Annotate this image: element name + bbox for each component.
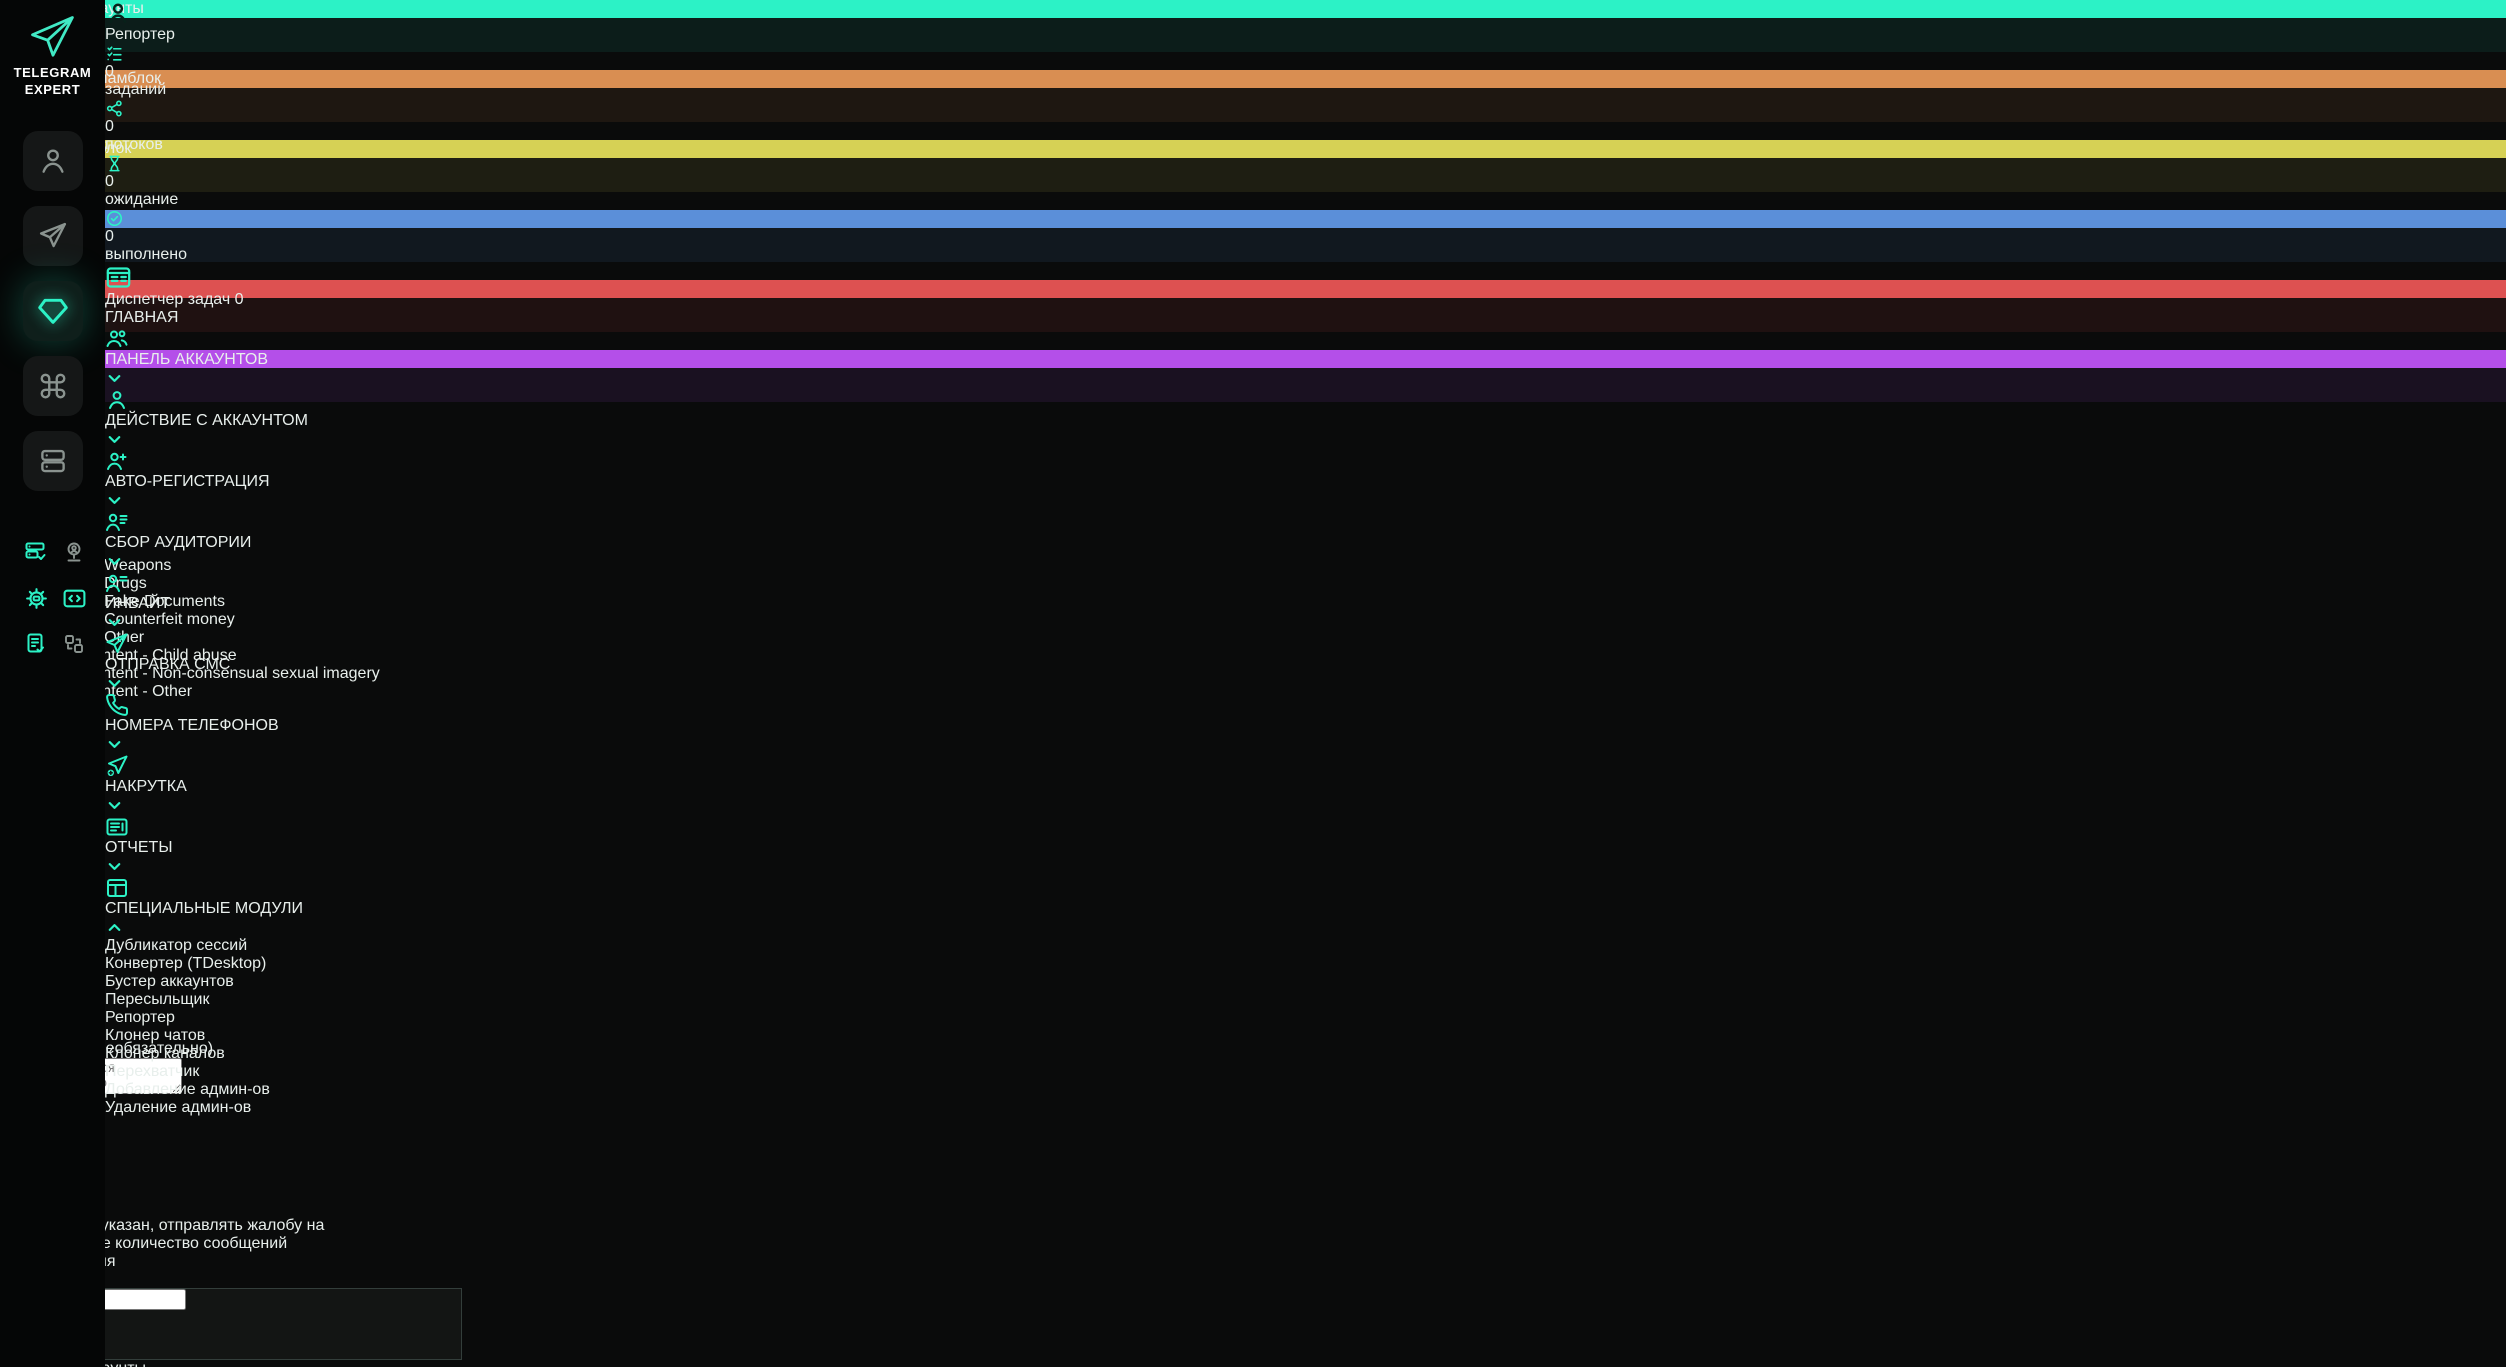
- person-icon: [105, 0, 131, 26]
- chevron-down-icon: [105, 369, 124, 388]
- hourglass-icon: [105, 154, 420, 173]
- nav-accounts-panel[interactable]: ПАНЕЛЬ АККАУНТОВ: [105, 327, 420, 388]
- task-manager-label: Диспетчер задач: [105, 291, 230, 308]
- nav-invite[interactable]: ИНВАЙТ: [105, 571, 420, 632]
- share-network-icon: [105, 99, 420, 118]
- document-check-icon: [24, 632, 48, 656]
- nav-sms-sending[interactable]: ОТПРАВКА СМС: [105, 632, 420, 693]
- submenu-chat-cloner[interactable]: Клонер чатов: [105, 1027, 420, 1045]
- brand-line1: TELEGRAM: [0, 64, 105, 81]
- submenu-forwarder[interactable]: Пересыльщик: [105, 991, 420, 1009]
- stat-done: 0 выполнено: [105, 209, 420, 264]
- rail-modules-button[interactable]: [23, 356, 83, 416]
- chevron-down-icon: [105, 552, 124, 571]
- phone-icon: [105, 693, 129, 717]
- section-label: ГЛАВНАЯ: [105, 309, 420, 327]
- brand-line2: EXPERT: [0, 81, 105, 98]
- stat-label: заданий: [105, 81, 420, 99]
- chevron-down-icon: [105, 613, 124, 632]
- nav-audience-parser[interactable]: СБОР АУДИТОРИИ: [105, 510, 420, 571]
- submenu-account-booster[interactable]: Бустер аккаунтов: [105, 973, 420, 991]
- task-window-icon: [105, 264, 132, 291]
- person-list-icon: [105, 510, 129, 534]
- people-icon: [105, 327, 129, 351]
- chevron-down-icon: [105, 796, 124, 815]
- person-icon: [105, 388, 129, 412]
- submenu-converter[interactable]: Конвертер (TDesktop): [105, 955, 420, 973]
- swap-icon: [62, 632, 86, 656]
- brand-logo: TELEGRAM EXPERT: [0, 12, 105, 98]
- rail-sender-button[interactable]: [23, 206, 83, 266]
- newspaper-icon: [105, 815, 129, 839]
- submenu-channel-cloner[interactable]: Клонер каналов: [105, 1045, 420, 1063]
- submenu-reporter[interactable]: Репортер: [105, 1009, 420, 1027]
- icon-rail: TELEGRAM EXPERT: [0, 0, 105, 1367]
- chevron-down-icon: [105, 857, 124, 876]
- chevron-down-icon: [105, 735, 124, 754]
- nav-reports[interactable]: ОТЧЕТЫ: [105, 815, 420, 876]
- diamond-icon: [37, 295, 69, 327]
- modules-grid-icon: [105, 876, 129, 900]
- stat-value: 0: [105, 63, 420, 81]
- nav-boosting[interactable]: НАКРУТКА: [105, 754, 420, 815]
- database-icon: [38, 446, 68, 476]
- rail-accounts-button[interactable]: [23, 131, 83, 191]
- app-window: TELEGRAM EXPERT: [0, 0, 2506, 1367]
- stat-label: ожидание: [105, 191, 420, 209]
- checklist-icon: [105, 44, 420, 63]
- task-manager-button[interactable]: Диспетчер задач 0: [105, 264, 420, 309]
- stat-value: 0: [105, 118, 420, 136]
- submenu-add-admins[interactable]: Добавление админ-ов: [105, 1081, 420, 1099]
- paper-plane-plus-icon: [105, 754, 129, 778]
- stat-label: потоков: [105, 136, 420, 154]
- chevron-down-icon: [105, 674, 124, 693]
- nav-account-action[interactable]: ДЕЙСТВИЕ С АККАУНТОМ: [105, 388, 420, 449]
- swap-button[interactable]: [62, 632, 86, 656]
- person-plus-icon: [105, 449, 129, 473]
- nav-phone-numbers[interactable]: НОМЕРА ТЕЛЕФОНОВ: [105, 693, 420, 754]
- stat-value: 0: [105, 228, 420, 246]
- settings-gear-button[interactable]: [24, 586, 48, 610]
- gear-icon: [24, 586, 49, 611]
- rail-premium-button[interactable]: [23, 281, 83, 341]
- chevron-down-icon: [105, 430, 124, 449]
- webcam-button[interactable]: [62, 540, 86, 564]
- person-list-icon: [105, 571, 129, 595]
- submenu-interceptor[interactable]: Перехватчик: [105, 1063, 420, 1081]
- server-check-icon: [24, 540, 48, 564]
- page-title: Репортер: [105, 26, 420, 44]
- doc-check-button[interactable]: [24, 632, 48, 656]
- paper-plane-icon: [38, 221, 68, 251]
- stat-tasks: 0 заданий: [105, 44, 420, 99]
- chevron-up-icon: [105, 918, 124, 937]
- nav-auto-registration[interactable]: АВТО-РЕГИСТРАЦИЯ: [105, 449, 420, 510]
- server-check-button[interactable]: [24, 540, 48, 564]
- task-count-badge: 0: [235, 291, 244, 308]
- webcam-icon: [62, 540, 86, 564]
- code-window-button[interactable]: [62, 586, 86, 610]
- person-icon: [38, 146, 68, 176]
- submenu-session-duplicator[interactable]: Дубликатор сессий: [105, 937, 420, 955]
- check-circle-icon: [105, 209, 420, 228]
- reporter-app-icon: [105, 0, 420, 26]
- nav-sidebar: Репортер 0 заданий 0 потоков: [105, 0, 420, 1367]
- paper-plane-icon: [105, 632, 129, 656]
- stat-threads: 0 потоков: [105, 99, 420, 154]
- telegram-logo-icon: [25, 12, 81, 64]
- chevron-down-icon: [105, 491, 124, 510]
- stat-value: 0: [105, 173, 420, 191]
- rail-database-button[interactable]: [23, 431, 83, 491]
- submenu-remove-admins[interactable]: Удаление админ-ов: [105, 1099, 420, 1117]
- stat-waiting: 0 ожидание: [105, 154, 420, 209]
- nav-special-modules[interactable]: СПЕЦИАЛЬНЫЕ МОДУЛИ: [105, 876, 420, 937]
- code-window-icon: [62, 586, 87, 611]
- command-icon: [38, 371, 68, 401]
- stat-label: выполнено: [105, 246, 420, 264]
